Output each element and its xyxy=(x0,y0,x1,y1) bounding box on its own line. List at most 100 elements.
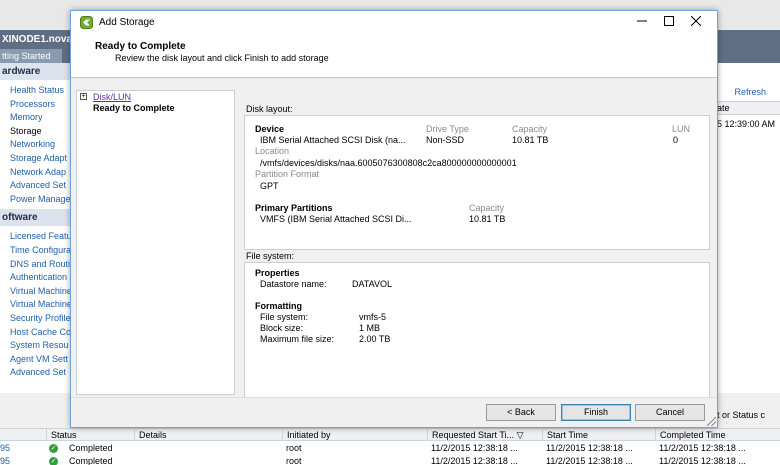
partition-format-value: GPT xyxy=(260,181,279,191)
file-system-label: File system: xyxy=(246,251,295,261)
wizard-body: + Disk/LUN Ready to Complete Disk layout… xyxy=(71,78,717,398)
column-completed-time[interactable]: Completed Time xyxy=(655,429,780,441)
column-details[interactable]: Details xyxy=(134,429,282,441)
sidebar-item-network-adapters[interactable]: Network Adap xyxy=(0,166,72,180)
partition-capacity-value: 10.81 TB xyxy=(469,214,506,224)
step-subtitle: Review the disk layout and click Finish … xyxy=(115,53,329,63)
step-disk-lun-link[interactable]: Disk/LUN xyxy=(93,92,131,102)
wizard-header: Ready to Complete Review the disk layout… xyxy=(71,33,717,78)
sidebar-item-host-cache[interactable]: Host Cache Co xyxy=(0,326,72,340)
check-icon: ✓ xyxy=(49,457,58,465)
sidebar-item-storage-adapters[interactable]: Storage Adapt xyxy=(0,152,72,166)
software-section-header: oftware xyxy=(0,209,72,227)
fs-value: vmfs-5 xyxy=(359,312,386,322)
lun-value: 0 xyxy=(673,135,679,145)
configuration-sidebar: ardware Health Status Processors Memory … xyxy=(0,63,72,393)
date-value: 5 12:39:00 AM xyxy=(717,119,776,129)
task-initiated-by: root xyxy=(286,443,302,453)
disk-layout-label: Disk layout: xyxy=(246,104,293,114)
sidebar-item-advanced-settings[interactable]: Advanced Set xyxy=(0,179,72,193)
sidebar-item-health-status[interactable]: Health Status xyxy=(0,84,72,98)
drive-type-value: Non-SSD xyxy=(426,135,465,145)
column-start-time[interactable]: Start Time xyxy=(542,429,655,441)
minimize-icon xyxy=(637,20,647,22)
tasks-table-header: Status Details Initiated by Requested St… xyxy=(0,428,780,441)
sidebar-item-storage[interactable]: Storage xyxy=(0,125,72,139)
step-title: Ready to Complete xyxy=(95,41,186,52)
max-file-size-value: 2.00 TB xyxy=(359,334,391,344)
formatting-header: Formatting xyxy=(255,301,302,311)
table-row[interactable]: 95 ✓ Completed root 11/2/2015 12:38:18 .… xyxy=(0,442,780,454)
dialog-titlebar[interactable]: Add Storage xyxy=(71,11,717,33)
location-value: /vmfs/devices/disks/naa.6005076300808c2c… xyxy=(260,158,517,168)
host-name: XINODE1.nova xyxy=(2,34,73,45)
sidebar-item-networking[interactable]: Networking xyxy=(0,138,72,152)
capacity-value: 10.81 TB xyxy=(512,135,549,145)
partition-value: VMFS (IBM Serial Attached SCSI Di... xyxy=(260,214,412,224)
table-row[interactable]: 95 ✓ Completed root 11/2/2015 12:38:18 .… xyxy=(0,455,780,465)
minimize-button[interactable] xyxy=(627,12,657,32)
close-button[interactable] xyxy=(681,12,711,32)
task-requested-start: 11/2/2015 12:38:18 ... xyxy=(431,443,518,453)
task-completed-time: 11/2/2015 12:38:18 ... xyxy=(659,456,746,465)
refresh-link[interactable]: Refresh xyxy=(734,87,766,97)
step-ready-to-complete: Ready to Complete xyxy=(93,103,175,113)
task-start-time: 11/2/2015 12:38:18 ... xyxy=(546,443,633,453)
disk-layout-box: Device Drive Type Capacity LUN IBM Seria… xyxy=(244,115,710,250)
partition-capacity-header: Capacity xyxy=(469,203,505,213)
finish-button[interactable]: Finish xyxy=(561,404,631,421)
sidebar-item-system-resources[interactable]: System Resou xyxy=(0,339,72,353)
hardware-list: Health Status Processors Memory Storage … xyxy=(0,80,72,206)
datastore-name-value: DATAVOL xyxy=(352,279,393,289)
cancel-button[interactable]: Cancel xyxy=(635,404,705,421)
sidebar-item-virtual-machine-startup[interactable]: Virtual Machine xyxy=(0,285,72,299)
sort-down-icon: ▽ xyxy=(516,430,524,440)
wizard-steps: + Disk/LUN Ready to Complete xyxy=(76,90,235,395)
column-initiated-by[interactable]: Initiated by xyxy=(282,429,427,441)
sidebar-item-virtual-machine-swapfile[interactable]: Virtual Machine xyxy=(0,298,72,312)
resize-grip-icon[interactable] xyxy=(707,417,716,426)
sidebar-item-time-configuration[interactable]: Time Configura xyxy=(0,244,72,258)
task-id: 95 xyxy=(0,456,11,465)
primary-partitions-header: Primary Partitions xyxy=(255,203,333,213)
sidebar-item-authentication[interactable]: Authentication xyxy=(0,271,72,285)
sidebar-item-licensed-features[interactable]: Licensed Featu xyxy=(0,230,72,244)
task-status: Completed xyxy=(69,443,113,453)
sidebar-item-advanced-settings-sw[interactable]: Advanced Set xyxy=(0,366,72,380)
partition-format-label: Partition Format xyxy=(255,169,320,179)
sidebar-item-security-profile[interactable]: Security Profile xyxy=(0,312,72,326)
review-pane: Disk layout: Device Drive Type Capacity … xyxy=(239,90,716,398)
column-status[interactable]: Status xyxy=(46,429,134,441)
add-storage-dialog: Add Storage Ready to Complete Review the… xyxy=(70,10,718,428)
sidebar-item-agent-vm-settings[interactable]: Agent VM Sett xyxy=(0,353,72,367)
column-requested-start[interactable]: Requested Start Ti... ▽ xyxy=(427,429,542,441)
dialog-title: Add Storage xyxy=(99,17,155,28)
date-column-header[interactable]: ate xyxy=(715,101,780,115)
location-label: Location xyxy=(255,146,290,156)
block-size-value: 1 MB xyxy=(359,323,381,333)
capacity-header: Capacity xyxy=(512,124,548,134)
sidebar-item-dns-routing[interactable]: DNS and Routi xyxy=(0,258,72,272)
task-requested-start: 11/2/2015 12:38:18 ... xyxy=(431,456,518,465)
software-list: Licensed Featu Time Configura DNS and Ro… xyxy=(0,226,72,380)
sidebar-item-processors[interactable]: Processors xyxy=(0,98,72,112)
sidebar-item-memory[interactable]: Memory xyxy=(0,111,72,125)
tab-getting-started[interactable]: tting Started xyxy=(0,49,62,63)
task-initiated-by: root xyxy=(286,456,302,465)
device-name: IBM Serial Attached SCSI Disk (na... xyxy=(260,135,406,145)
fs-label: File system: xyxy=(260,312,309,322)
maximize-button[interactable] xyxy=(654,12,684,32)
check-icon: ✓ xyxy=(49,444,58,453)
back-button[interactable]: < Back xyxy=(486,404,556,421)
sidebar-item-power-management[interactable]: Power Manage xyxy=(0,193,72,207)
task-status: Completed xyxy=(69,456,113,465)
properties-header: Properties xyxy=(255,268,300,278)
maximize-icon xyxy=(664,16,674,26)
task-completed-time: 11/2/2015 12:38:18 ... xyxy=(659,443,746,453)
device-header: Device xyxy=(255,124,285,134)
vsphere-icon xyxy=(80,16,93,29)
column-requested-start-label: Requested Start Ti... xyxy=(432,430,515,440)
expand-icon[interactable]: + xyxy=(80,93,87,100)
task-id: 95 xyxy=(0,443,11,453)
file-system-box: Properties Datastore name: DATAVOL Forma… xyxy=(244,262,710,398)
